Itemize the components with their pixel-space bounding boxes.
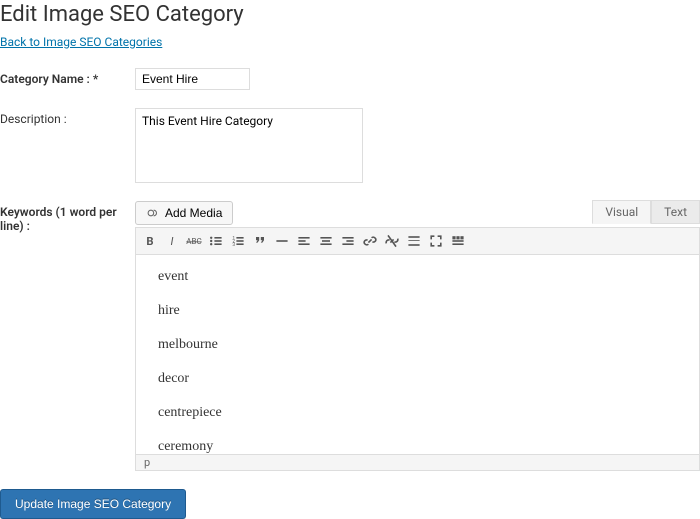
keyword-line: hire xyxy=(158,303,677,319)
svg-text:3: 3 xyxy=(232,242,235,248)
category-name-label: Category Name : * xyxy=(0,68,135,86)
keywords-label: Keywords (1 word per line) : xyxy=(0,201,135,233)
blockquote-button[interactable] xyxy=(250,231,270,251)
fullscreen-button[interactable] xyxy=(426,231,446,251)
description-textarea[interactable]: This Event Hire Category xyxy=(135,108,363,183)
strikethrough-button[interactable]: ABC xyxy=(184,231,204,251)
update-button[interactable]: Update Image SEO Category xyxy=(0,489,186,519)
toolbar-toggle-button[interactable] xyxy=(448,231,468,251)
numbered-list-button[interactable]: 123 xyxy=(228,231,248,251)
description-label: Description : xyxy=(0,108,135,126)
category-name-input[interactable] xyxy=(135,68,250,90)
back-link[interactable]: Back to Image SEO Categories xyxy=(0,35,162,49)
keyword-line: event xyxy=(158,269,677,285)
tab-visual[interactable]: Visual xyxy=(592,200,651,224)
keyword-line: melbourne xyxy=(158,337,677,353)
read-more-button[interactable] xyxy=(404,231,424,251)
add-media-button[interactable]: Add Media xyxy=(135,201,233,225)
align-right-button[interactable] xyxy=(338,231,358,251)
media-icon xyxy=(146,206,160,220)
link-button[interactable] xyxy=(360,231,380,251)
keywords-editor[interactable]: event hire melbourne decor centrepiece ceremo… xyxy=(135,255,700,455)
keyword-line: centrepiece xyxy=(158,405,677,421)
add-media-label: Add Media xyxy=(165,206,222,220)
unlink-button[interactable] xyxy=(382,231,402,251)
bullet-list-button[interactable] xyxy=(206,231,226,251)
svg-text:ABC: ABC xyxy=(186,237,201,246)
align-left-button[interactable] xyxy=(294,231,314,251)
page-title: Edit Image SEO Category xyxy=(0,0,700,35)
tab-text[interactable]: Text xyxy=(651,200,700,224)
svg-text:I: I xyxy=(171,235,174,248)
italic-button[interactable]: I xyxy=(162,231,182,251)
editor-toolbar: B I ABC 123 xyxy=(135,227,700,255)
hr-button[interactable] xyxy=(272,231,292,251)
keyword-line: ceremony xyxy=(158,439,677,455)
align-center-button[interactable] xyxy=(316,231,336,251)
bold-button[interactable]: B xyxy=(140,231,160,251)
keyword-line: decor xyxy=(158,371,677,387)
editor-status-bar: p xyxy=(135,455,700,471)
svg-text:B: B xyxy=(146,235,153,248)
